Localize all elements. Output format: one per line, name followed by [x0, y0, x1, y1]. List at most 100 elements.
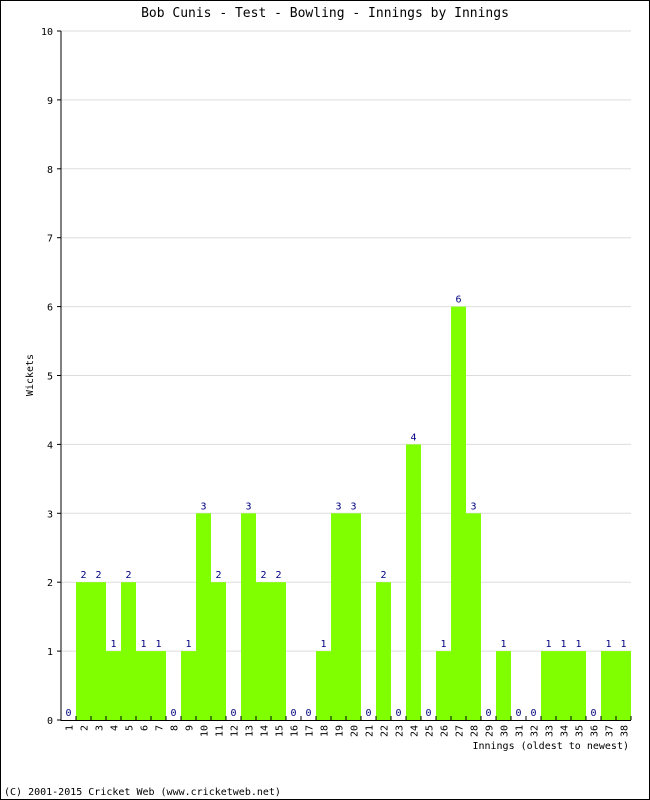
data-label: 2: [215, 570, 221, 581]
data-label: 0: [230, 708, 236, 719]
data-label: 3: [350, 501, 356, 512]
data-label: 6: [455, 295, 461, 306]
y-tick-label: 4: [47, 440, 53, 451]
bar: [316, 651, 331, 720]
x-tick-label: 28: [470, 725, 481, 737]
data-label: 2: [260, 570, 266, 581]
data-label: 1: [110, 639, 116, 650]
data-label: 3: [245, 501, 251, 512]
x-tick-label: 11: [215, 725, 226, 737]
y-tick-label: 2: [47, 578, 53, 589]
x-tick-label: 16: [290, 725, 301, 737]
x-tick-label: 21: [365, 725, 376, 737]
y-tick-label: 10: [41, 27, 53, 38]
x-tick-label: 33: [545, 725, 556, 737]
bar: [451, 306, 466, 720]
x-tick-label: 17: [305, 725, 316, 737]
bar-chart: Bob Cunis - Test - Bowling - Innings by …: [4, 6, 632, 798]
y-tick-label: 9: [47, 96, 53, 107]
x-tick-label: 2: [80, 725, 91, 731]
x-tick-label: 18: [320, 725, 331, 737]
bar: [196, 513, 211, 720]
bar: [241, 513, 256, 720]
bar: [376, 582, 391, 720]
data-label: 1: [440, 639, 446, 650]
bar: [331, 513, 346, 720]
bar: [346, 513, 361, 720]
bar: [256, 582, 271, 720]
x-tick-label: 26: [440, 725, 451, 737]
y-tick-label: 0: [47, 716, 53, 727]
data-label: 2: [380, 570, 386, 581]
x-tick-label: 12: [230, 725, 241, 737]
x-tick-label: 3: [95, 725, 106, 731]
x-tick-label: 1: [65, 725, 76, 731]
x-tick-label: 14: [260, 725, 271, 737]
x-tick-label: 34: [560, 725, 571, 737]
bar: [436, 651, 451, 720]
data-label: 2: [275, 570, 281, 581]
data-label: 3: [470, 501, 476, 512]
x-tick-label: 10: [200, 725, 211, 737]
bar: [181, 651, 196, 720]
bar: [211, 582, 226, 720]
data-label: 2: [125, 570, 131, 581]
bar: [91, 582, 106, 720]
y-tick-label: 3: [47, 509, 53, 520]
x-tick-label: 24: [410, 725, 421, 737]
data-label: 1: [560, 639, 566, 650]
bar: [136, 651, 151, 720]
data-label: 1: [185, 639, 191, 650]
data-label: 0: [290, 708, 296, 719]
bar: [556, 651, 571, 720]
bar: [541, 651, 556, 720]
y-tick-label: 8: [47, 165, 53, 176]
y-tick-label: 6: [47, 303, 53, 314]
x-tick-label: 15: [275, 725, 286, 737]
bar: [496, 651, 511, 720]
data-label: 0: [590, 708, 596, 719]
x-tick-label: 13: [245, 725, 256, 737]
data-label: 0: [170, 708, 176, 719]
x-tick-label: 5: [125, 725, 136, 731]
bar: [616, 651, 631, 720]
data-label: 0: [365, 708, 371, 719]
bar: [151, 651, 166, 720]
x-tick-label: 6: [140, 725, 151, 731]
bar: [571, 651, 586, 720]
data-label: 0: [515, 708, 521, 719]
x-tick-label: 32: [530, 725, 541, 737]
x-tick-label: 8: [170, 725, 181, 731]
data-label: 1: [545, 639, 551, 650]
x-tick-label: 19: [335, 725, 346, 737]
data-label: 2: [80, 570, 86, 581]
chart-title: Bob Cunis - Test - Bowling - Innings by …: [141, 6, 509, 21]
data-label: 1: [620, 639, 626, 650]
x-tick-label: 22: [380, 725, 391, 737]
x-tick-label: 36: [590, 725, 601, 737]
data-label: 0: [65, 708, 71, 719]
bar: [601, 651, 616, 720]
bar: [466, 513, 481, 720]
bar: [121, 582, 136, 720]
x-tick-label: 35: [575, 725, 586, 737]
x-tick-label: 31: [515, 725, 526, 737]
y-axis-label: Wickets: [25, 354, 36, 396]
data-label: 1: [155, 639, 161, 650]
x-tick-label: 38: [620, 725, 631, 737]
y-tick-label: 1: [47, 647, 53, 658]
data-label: 3: [200, 501, 206, 512]
x-tick-label: 20: [350, 725, 361, 737]
x-tick-label: 23: [395, 725, 406, 737]
x-tick-label: 29: [485, 725, 496, 737]
y-tick-label: 7: [47, 234, 53, 245]
bar: [106, 651, 121, 720]
x-tick-label: 30: [500, 725, 511, 737]
data-label: 1: [140, 639, 146, 650]
x-tick-label: 25: [425, 725, 436, 737]
data-label: 0: [305, 708, 311, 719]
data-label: 0: [485, 708, 491, 719]
data-label: 0: [530, 708, 536, 719]
y-ticks: 0 1 2 3 4 5 6 7 8 9 10: [41, 27, 61, 727]
bar: [406, 444, 421, 720]
